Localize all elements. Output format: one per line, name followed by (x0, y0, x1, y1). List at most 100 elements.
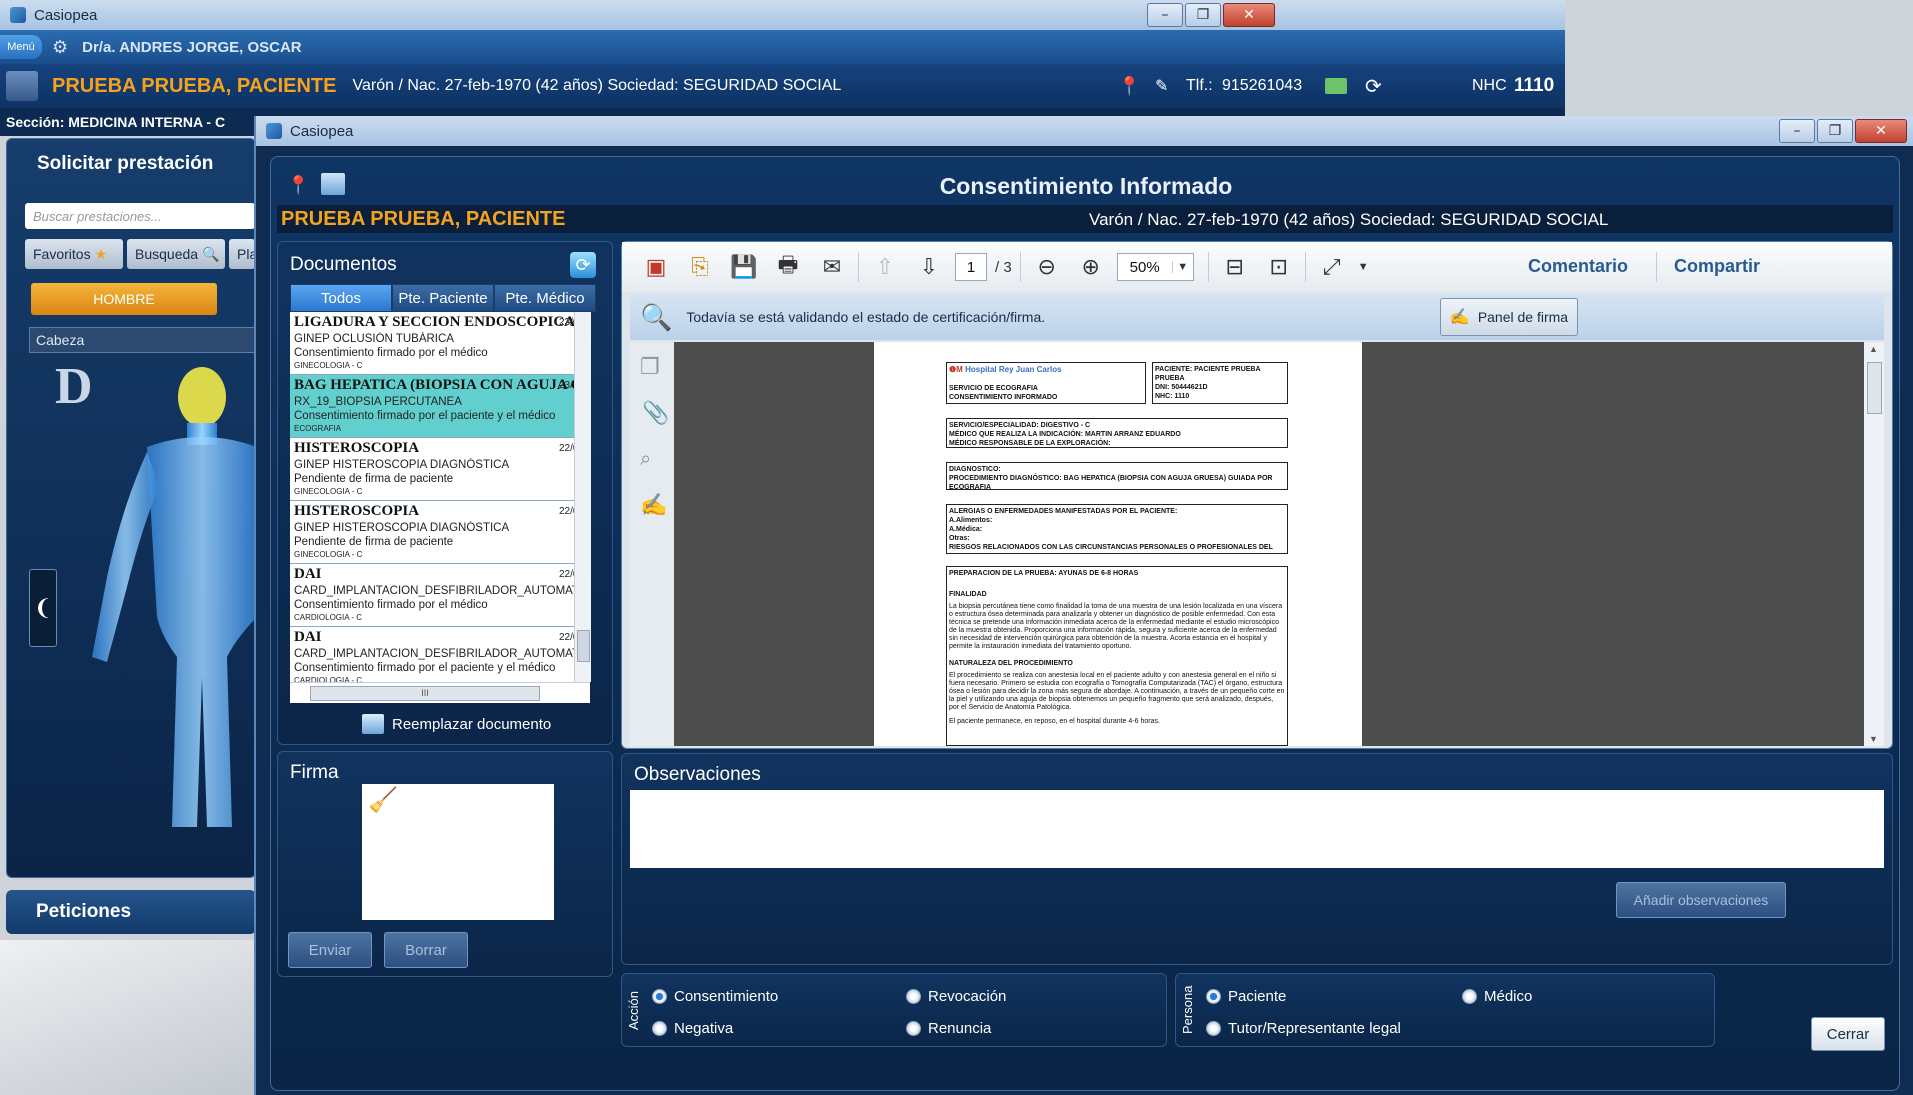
tab-pte-medico[interactable]: Pte. Médico (494, 284, 596, 312)
search-input[interactable]: Buscar prestaciones... (25, 203, 255, 229)
radio-consentimiento[interactable]: Consentimiento (652, 988, 778, 1005)
close-icon[interactable]: ✕ (1855, 119, 1907, 143)
fit-width-icon[interactable]: ⊟ (1217, 249, 1253, 285)
signature-panel-button[interactable]: ✍ Panel de firma (1440, 298, 1578, 336)
print-icon[interactable]: 🖶 (770, 249, 806, 285)
viewer-scroll-thumb[interactable] (1867, 362, 1882, 414)
signatures-icon[interactable]: ✍ (640, 492, 667, 518)
zoom-select[interactable]: 50% ▼ (1116, 253, 1194, 281)
observaciones-input[interactable] (630, 790, 1884, 868)
viewer-vscrollbar[interactable]: ▲ ▼ (1864, 342, 1884, 746)
document-title: DAI (294, 629, 322, 645)
pdf-risks: RIESGOS RELACIONADOS CON LAS CIRCUNSTANC… (949, 544, 1273, 551)
close-icon[interactable]: ✕ (1223, 3, 1275, 27)
document-list-item[interactable]: HISTEROSCOPIA 22/03 GINEP HISTEROSCOPIA DI… (290, 501, 588, 564)
replace-document-button[interactable]: Reemplazar documento (362, 714, 551, 734)
hospital-name: Hospital Rey Juan Carlos (965, 365, 1062, 374)
radio-tutor[interactable]: Tutor/Representante legal (1206, 1020, 1401, 1037)
minimize-icon[interactable]: – (1147, 3, 1183, 27)
maximize-icon[interactable]: ❐ (1817, 119, 1853, 143)
tab-pte-paciente[interactable]: Pte. Paciente (392, 284, 494, 312)
send-button[interactable]: Enviar (288, 932, 372, 968)
document-list-item[interactable]: HISTEROSCOPIA 22/03 GINEP HISTEROSCOPIA DI… (290, 438, 588, 501)
validation-search-icon: 🔍 (640, 301, 673, 332)
chevron-down-icon[interactable]: ▼ (1171, 261, 1193, 273)
broom-icon[interactable]: 🧹 (368, 786, 398, 815)
menu-button[interactable]: Menú (0, 35, 42, 59)
document-list-item[interactable]: BAG HEPATICA (BIOPSIA CON AGUJA G... 23/0… (290, 375, 588, 438)
main-window-title: Casiopea (290, 122, 354, 140)
radio-dot (1462, 989, 1477, 1004)
main-titlebar: Casiopea – ❐ ✕ (256, 116, 1913, 146)
document-list-item[interactable]: LIGADURA Y SECCION ENDOSCOPICA BI... 23/0… (290, 312, 588, 375)
zoom-in-icon[interactable]: ⊕ (1073, 249, 1109, 285)
radio-medico-label: Médico (1484, 988, 1533, 1005)
radio-paciente[interactable]: Paciente (1206, 988, 1286, 1005)
clear-button[interactable]: Borrar (384, 932, 468, 968)
vscroll-thumb[interactable] (577, 630, 590, 662)
radio-dot (652, 1021, 667, 1036)
tab-plan[interactable]: Pla (229, 239, 257, 269)
open-icon[interactable]: ⎘ (682, 249, 718, 285)
viewer-sidebar: ❐ 📎 ⌕ ✍ (630, 342, 675, 746)
radio-renuncia[interactable]: Renuncia (906, 1020, 991, 1037)
pdf-patient: PACIENTE: PACIENTE PRUEBA PRUEBA (1155, 366, 1261, 382)
document-status: Consentimiento firmado por el paciente y… (294, 662, 556, 674)
hscroll-thumb[interactable]: III (310, 686, 540, 701)
add-observations-button[interactable]: Añadir observaciones (1616, 882, 1786, 918)
phone-edit-icon[interactable]: ✎ (1155, 76, 1168, 96)
scroll-down-icon[interactable]: ▼ (1869, 734, 1878, 744)
tab-todos[interactable]: Todos (290, 284, 392, 312)
document-department: CARDIOLOGIA - C (294, 613, 363, 622)
pdf-procedure: PROCEDIMIENTO DIAGNÓSTICO: BAG HEPATICA … (949, 475, 1273, 490)
documents-list[interactable]: LIGADURA Y SECCION ENDOSCOPICA BI... 23/0… (290, 312, 588, 682)
radio-revocacion[interactable]: Revocación (906, 988, 1006, 1005)
email-icon[interactable]: ✉ (814, 249, 850, 285)
comentario-button[interactable]: Comentario (1528, 256, 1628, 277)
peticiones-panel[interactable]: Peticiones (6, 890, 256, 934)
card-icon[interactable] (1325, 78, 1347, 94)
page-down-icon[interactable]: ⇩ (911, 249, 947, 285)
documents-vscrollbar[interactable] (574, 312, 591, 682)
body-figure-image[interactable] (67, 357, 257, 857)
pages-thumbnail-icon[interactable]: ❐ (640, 354, 660, 380)
document-list-item[interactable]: DAI 22/03 CARD_IMPLANTACION_DESFIBRILADOR_… (290, 627, 588, 682)
radio-medico[interactable]: Médico (1462, 988, 1532, 1005)
validation-message: Todavía se está validando el estado de c… (686, 309, 1046, 325)
persona-label: Persona (1180, 985, 1195, 1034)
document-list-item[interactable]: DAI 22/03 CARD_IMPLANTACION_DESFIBRILADOR_… (290, 564, 588, 627)
page-input[interactable]: 1 (955, 253, 987, 281)
document-procedure: CARD_IMPLANTACION_DESFIBRILADOR_AUTOMATI… (294, 585, 584, 597)
pdf-responsible-doctor: MÉDICO RESPONSABLE DE LA EXPLORACIÓN: (949, 440, 1111, 447)
scroll-up-icon[interactable]: ▲ (1869, 344, 1878, 354)
tab-hombre[interactable]: HOMBRE (31, 283, 217, 315)
fullscreen-icon[interactable]: ⤢ (1314, 249, 1350, 285)
pin-icon[interactable]: 📍 (1118, 76, 1140, 97)
create-pdf-icon[interactable]: ▣ (638, 249, 674, 285)
validation-status-bar: 🔍 Todavía se está validando el estado de… (630, 294, 1884, 340)
more-options-icon[interactable]: ▼ (1358, 261, 1369, 273)
fit-page-icon[interactable]: ⊡ (1261, 249, 1297, 285)
documents-refresh-icon[interactable]: ⟳ (570, 252, 596, 278)
radio-negativa[interactable]: Negativa (652, 1020, 733, 1037)
save-icon[interactable]: 💾 (726, 249, 762, 285)
pdf-header-box: ❶M Hospital Rey Juan Carlos SERVICIO DE … (946, 362, 1146, 404)
attachments-icon[interactable]: 📎 (642, 400, 669, 426)
refresh-icon[interactable]: ⟳ (1365, 74, 1382, 99)
pdf-canvas[interactable]: ❶M Hospital Rey Juan Carlos SERVICIO DE … (674, 342, 1864, 746)
zoom-out-icon[interactable]: ⊖ (1029, 249, 1065, 285)
rotate-figure-button[interactable]: ❨ (29, 569, 57, 647)
body-region-label: Cabeza (29, 327, 255, 353)
tab-busqueda[interactable]: Busqueda 🔍 (127, 239, 225, 269)
compartir-button[interactable]: Compartir (1674, 256, 1760, 277)
search-binoculars-icon[interactable]: ⌕ (640, 448, 651, 471)
documents-hscrollbar[interactable]: III (290, 682, 590, 703)
page-up-icon[interactable]: ⇧ (867, 249, 903, 285)
tab-favoritos[interactable]: Favoritos ★ (25, 239, 123, 269)
close-button[interactable]: Cerrar (1811, 1017, 1885, 1051)
maximize-icon[interactable]: ❐ (1185, 3, 1221, 27)
hcw-icon[interactable] (6, 71, 38, 101)
pdf-service-box: SERVICIO/ESPECIALIDAD: DIGESTIVO - C MÉD… (946, 418, 1288, 448)
settings-gear-icon[interactable]: ⚙ (52, 37, 68, 58)
minimize-icon[interactable]: – (1779, 119, 1815, 143)
